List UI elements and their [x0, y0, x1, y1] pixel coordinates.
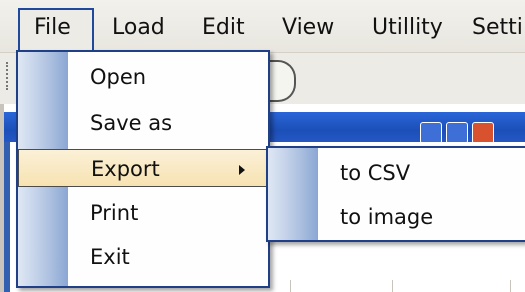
minimize-icon[interactable] [420, 122, 442, 144]
grid-line [392, 280, 393, 292]
menu-file[interactable]: File [18, 8, 94, 52]
grid-line [290, 280, 291, 292]
menu-edit[interactable]: Edit [202, 10, 245, 46]
menu-load-label: Load [112, 15, 165, 40]
submenu-item-to-csv[interactable]: to CSV [268, 154, 525, 192]
menu-utility-label: Utillity [372, 15, 443, 40]
maximize-icon[interactable] [446, 122, 468, 144]
menu-settings[interactable]: Setti [472, 10, 523, 46]
submenu-item-label: to CSV [340, 161, 411, 185]
menu-item-save-as[interactable]: Save as [18, 104, 268, 142]
menu-item-exit[interactable]: Exit [18, 238, 268, 276]
menu-edit-label: Edit [202, 15, 245, 40]
export-submenu: to CSV to image [266, 146, 525, 242]
menu-item-label: Exit [90, 245, 130, 269]
menu-view[interactable]: View [282, 10, 334, 46]
menu-file-label: File [34, 15, 71, 40]
menu-item-label: Save as [90, 111, 173, 135]
menu-item-open[interactable]: Open [18, 58, 268, 96]
toolbar-grip[interactable] [6, 62, 12, 90]
menu-utility[interactable]: Utillity [372, 10, 443, 46]
submenu-item-label: to image [340, 205, 434, 229]
submenu-item-to-image[interactable]: to image [268, 198, 525, 236]
menu-view-label: View [282, 15, 335, 40]
file-dropdown-menu: Open Save as Export Print Exit [16, 50, 270, 288]
submenu-arrow-icon [239, 165, 245, 175]
menu-load[interactable]: Load [112, 10, 165, 46]
menu-item-label: Export [91, 157, 160, 181]
menu-item-print[interactable]: Print [18, 194, 268, 232]
menu-item-label: Open [90, 65, 147, 89]
close-icon[interactable] [472, 122, 494, 144]
menu-item-label: Print [90, 201, 139, 225]
menu-settings-label: Setti [472, 15, 523, 40]
menu-bar: File Load Edit View Utillity Setti [0, 0, 525, 53]
menu-item-export[interactable]: Export [18, 149, 268, 187]
grid-line [510, 280, 511, 292]
